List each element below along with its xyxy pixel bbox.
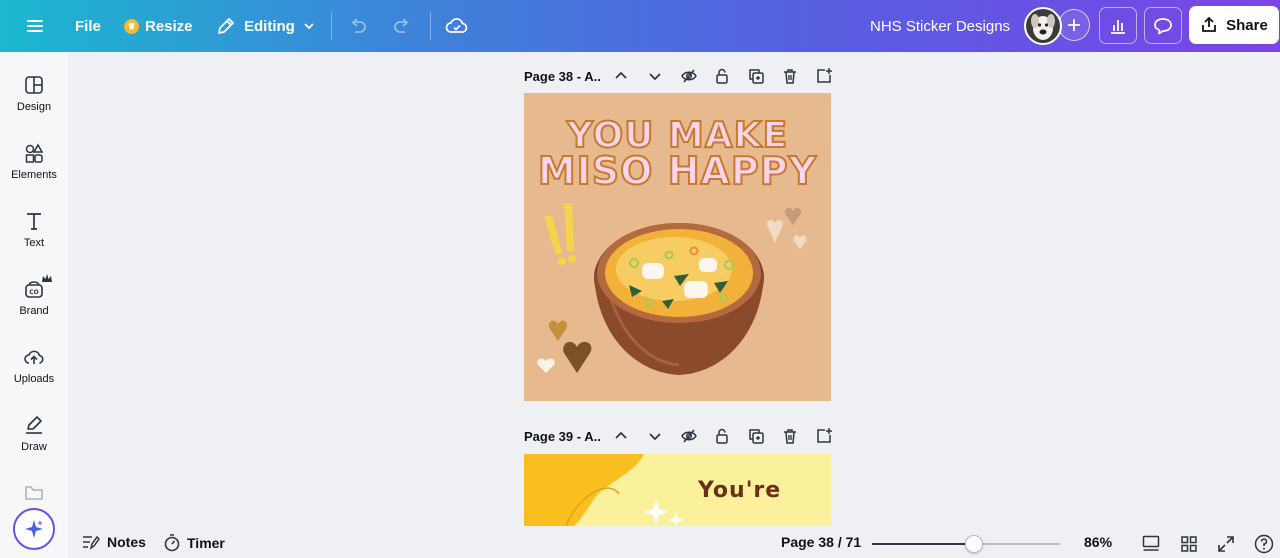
share-button[interactable]: Share: [1189, 6, 1279, 44]
zoom-slider-thumb[interactable]: [964, 535, 983, 553]
bar-chart-icon: [1111, 19, 1125, 34]
duplicate-icon[interactable]: [747, 427, 765, 445]
dog-avatar-icon: [1026, 9, 1060, 43]
miso-soup-bowl-illustration[interactable]: [524, 93, 831, 401]
magic-assistant-button[interactable]: [13, 508, 55, 550]
design-page-39[interactable]: You're: [524, 454, 831, 526]
sidebar-item-draw[interactable]: Draw: [0, 414, 68, 453]
sidebar-item-elements[interactable]: Elements: [0, 142, 68, 181]
comment-bubble-icon: [1154, 17, 1172, 34]
editing-label: Editing: [244, 17, 295, 35]
folder-icon: [25, 486, 43, 500]
layout-icon: [25, 76, 43, 94]
resize-button[interactable]: ♛ Resize: [124, 0, 193, 52]
hide-eye-icon[interactable]: [680, 427, 698, 445]
design-page-38[interactable]: YOU MAKE MISO HAPPY: [524, 93, 831, 401]
hamburger-icon: [27, 20, 43, 32]
trash-icon[interactable]: [781, 67, 799, 85]
save-status-button[interactable]: [445, 0, 469, 52]
sidebar-item-projects-partial[interactable]: [0, 482, 68, 509]
zoom-slider[interactable]: [872, 535, 1060, 553]
zoom-slider-fill: [872, 543, 974, 545]
notes-icon: [83, 535, 100, 550]
hearts-graphic-left: [537, 320, 592, 373]
upload-cloud-icon: [24, 350, 44, 364]
timer-button[interactable]: Timer: [164, 534, 225, 552]
avatar[interactable]: [1024, 7, 1062, 45]
stopwatch-icon: [164, 534, 180, 552]
pen-icon: [26, 416, 42, 434]
zoom-level[interactable]: 86%: [1084, 534, 1112, 550]
undo-icon: [351, 18, 366, 33]
pencil-icon: [218, 18, 234, 34]
hide-eye-icon[interactable]: [680, 67, 698, 85]
page-indicator[interactable]: Page 38 / 71: [781, 534, 861, 550]
notes-label: Notes: [107, 534, 146, 550]
top-toolbar: File ♛ Resize Editing NHS Sticker Design…: [0, 0, 1280, 52]
grid-view-icon[interactable]: [1180, 535, 1198, 553]
toolbar-divider: [430, 12, 431, 40]
main-menu-button[interactable]: [22, 0, 48, 52]
chevron-down-icon[interactable]: [646, 67, 664, 85]
add-page-icon[interactable]: [815, 67, 833, 85]
crown-icon: ♛: [124, 18, 139, 34]
page-title[interactable]: Page 38 - A..: [524, 69, 601, 84]
cloud-check-icon: [445, 18, 468, 33]
page-title[interactable]: Page 39 - A..: [524, 429, 601, 444]
text-icon: [27, 213, 41, 230]
redo-icon: [394, 18, 409, 33]
share-upload-icon: [1202, 16, 1217, 32]
editing-mode-button[interactable]: Editing: [216, 0, 315, 52]
chevron-up-icon[interactable]: [612, 67, 630, 85]
file-menu-button[interactable]: File: [75, 0, 101, 52]
resize-label: Resize: [145, 17, 193, 35]
sidebar-item-label: Draw: [21, 441, 47, 453]
add-collaborator-button[interactable]: [1058, 9, 1090, 41]
chevron-down-icon[interactable]: [646, 427, 664, 445]
yellow-blob-graphic: [524, 454, 684, 526]
timer-label: Timer: [187, 535, 225, 551]
svg-text:CO: CO: [29, 289, 39, 296]
sidebar-item-label: Brand: [19, 305, 49, 317]
page-header: Page 39 - A..: [524, 424, 834, 448]
shapes-icon: [25, 143, 44, 163]
sidebar-item-label: Elements: [11, 169, 57, 181]
bottom-bar: Notes Timer Page 38 / 71 86%: [68, 528, 1280, 558]
duplicate-icon[interactable]: [747, 67, 765, 85]
comments-button[interactable]: [1144, 7, 1182, 44]
sidebar-item-text[interactable]: Text: [0, 210, 68, 249]
undo-button[interactable]: [348, 0, 368, 52]
redo-button[interactable]: [392, 0, 412, 52]
chevron-down-icon: [304, 23, 314, 30]
exclamation-marks-graphic: [544, 203, 576, 265]
sidebar-item-label: Design: [16, 101, 52, 113]
sidebar-item-label: Uploads: [13, 373, 55, 385]
sidebar-item-uploads[interactable]: Uploads: [0, 346, 68, 385]
insights-button[interactable]: [1099, 7, 1137, 44]
sidebar-item-label: Text: [23, 237, 45, 249]
sidebar-item-brand[interactable]: CO Brand: [0, 274, 68, 317]
page-view-icon[interactable]: [1142, 535, 1160, 553]
fullscreen-icon[interactable]: [1217, 535, 1235, 553]
file-label: File: [75, 17, 101, 35]
sparkle-icon: [25, 520, 43, 538]
notes-button[interactable]: Notes: [82, 534, 146, 550]
crown-icon: [42, 274, 52, 282]
lock-icon[interactable]: [713, 67, 731, 85]
page-header: Page 38 - A..: [524, 64, 834, 88]
hearts-graphic-right: [766, 208, 807, 249]
add-page-icon[interactable]: [815, 427, 833, 445]
trash-icon[interactable]: [781, 427, 799, 445]
left-sidebar: Design Elements Text CO Brand Uploads Dr…: [0, 52, 68, 558]
help-icon[interactable]: [1254, 534, 1274, 554]
document-title[interactable]: NHS Sticker Designs: [870, 0, 1010, 52]
chevron-up-icon[interactable]: [612, 427, 630, 445]
sidebar-item-design[interactable]: Design: [0, 74, 68, 113]
page-39-text[interactable]: You're: [698, 478, 781, 503]
lock-icon[interactable]: [713, 427, 731, 445]
plus-icon: [1068, 19, 1080, 31]
toolbar-divider: [331, 12, 332, 40]
share-label: Share: [1226, 16, 1268, 34]
